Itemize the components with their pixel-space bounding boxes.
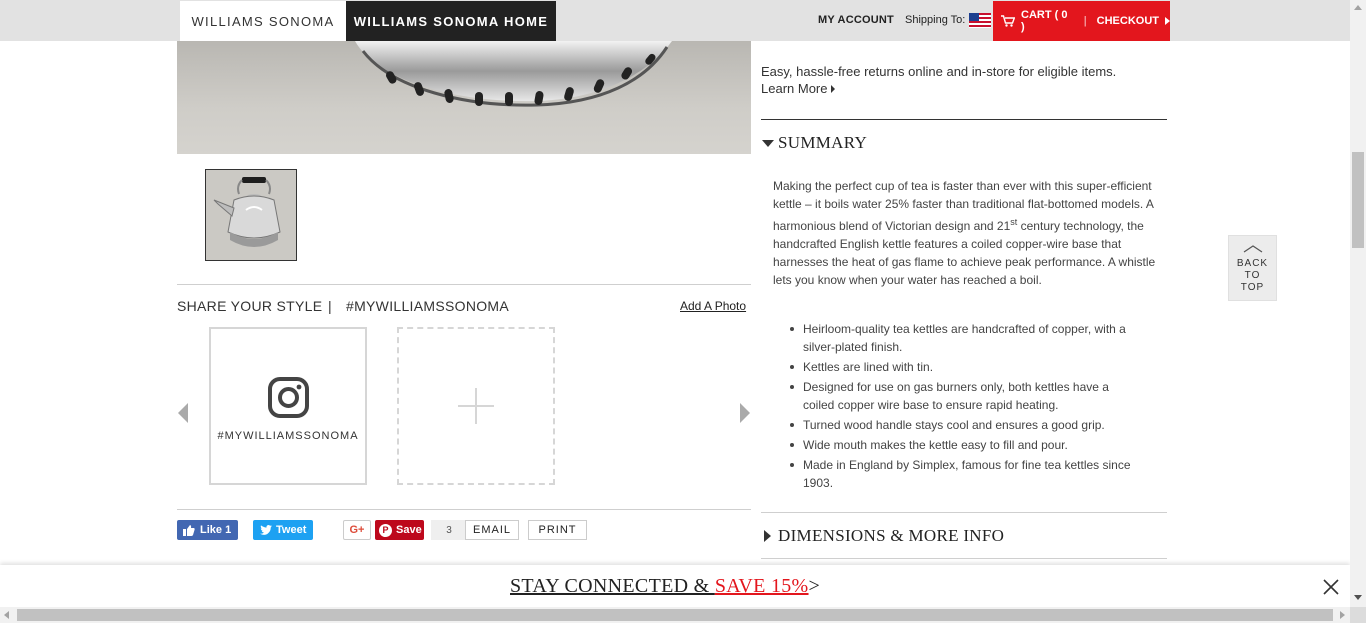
scroll-left-icon[interactable] <box>4 611 9 619</box>
list-item: Turned wood handle stays cool and ensure… <box>790 416 1143 434</box>
facebook-like-label: Like 1 <box>200 524 232 536</box>
print-button[interactable]: PRINT <box>528 520 587 540</box>
vertical-scrollbar-thumb[interactable] <box>1352 152 1364 248</box>
chevron-right-icon <box>831 84 836 93</box>
google-plus-button[interactable]: G+ <box>343 520 371 540</box>
learn-more-label: Learn More <box>761 81 828 96</box>
pinterest-save-button[interactable]: P Save <box>375 520 424 540</box>
facebook-like-button[interactable]: Like 1 <box>177 520 238 540</box>
share-hashtag: #MYWILLIAMSSONOMA <box>346 298 510 314</box>
my-account-link[interactable]: MY ACCOUNT <box>818 14 894 26</box>
horizontal-scrollbar-thumb[interactable] <box>17 609 1333 621</box>
cart-icon[interactable] <box>1001 15 1015 27</box>
pinterest-icon: P <box>379 523 392 537</box>
list-item: Made in England by Simplex, famous for f… <box>790 456 1143 492</box>
cart-checkout-bar: CART ( 0 ) | CHECKOUT <box>993 1 1170 41</box>
carousel-next-icon[interactable] <box>740 403 750 423</box>
email-button[interactable]: EMAIL <box>465 520 519 540</box>
caret-right-icon <box>764 530 771 542</box>
instagram-card[interactable]: #MYWILLIAMSSONOMA <box>209 327 367 485</box>
stay-connected-banner: STAY CONNECTED & SAVE 15%> <box>0 565 1350 607</box>
returns-text: Easy, hassle-free returns online and in-… <box>761 64 1117 79</box>
scroll-down-icon[interactable] <box>1354 595 1362 600</box>
close-icon[interactable] <box>1323 579 1339 595</box>
summary-accordion-header[interactable]: SUMMARY <box>762 133 867 153</box>
pinterest-save-label: Save <box>396 524 422 536</box>
scroll-right-icon[interactable] <box>1340 611 1345 619</box>
list-item: Heirloom-quality tea kettles are handcra… <box>790 320 1143 356</box>
list-item: Wide mouth makes the kettle easy to fill… <box>790 436 1143 454</box>
dimensions-heading: DIMENSIONS & MORE INFO <box>778 526 1005 545</box>
share-separator: | <box>328 298 332 314</box>
product-main-image[interactable] <box>177 41 751 154</box>
scrollbar-corner <box>1350 607 1366 623</box>
tweet-button[interactable]: Tweet <box>253 520 313 540</box>
vertical-scrollbar[interactable] <box>1350 0 1366 607</box>
cart-separator: | <box>1083 15 1087 27</box>
checkout-link[interactable]: CHECKOUT <box>1097 15 1159 27</box>
thumbs-up-icon <box>183 524 195 536</box>
divider <box>177 284 751 285</box>
list-item: Kettles are lined with tin. <box>790 358 1143 376</box>
back-to-top-line-2: TO <box>1244 270 1261 281</box>
instagram-icon <box>268 377 309 418</box>
banner-arrow: > <box>808 575 821 597</box>
learn-more-link[interactable]: Learn More <box>761 81 836 96</box>
twitter-bird-icon <box>260 525 272 535</box>
save-offer-text: SAVE 15% <box>714 575 809 597</box>
stay-connected-text: STAY CONNECTED & <box>510 575 715 597</box>
divider <box>761 119 1167 120</box>
tab-williams-sonoma-home[interactable]: WILLIAMS SONOMA HOME <box>346 1 556 41</box>
product-thumbnail[interactable] <box>205 169 297 261</box>
tab-williams-sonoma[interactable]: WILLIAMS SONOMA <box>180 1 346 41</box>
share-your-style-title: SHARE YOUR STYLE <box>177 298 323 314</box>
divider <box>761 512 1167 513</box>
back-to-top-button[interactable]: BACK TO TOP <box>1228 235 1277 301</box>
stay-connected-link[interactable]: STAY CONNECTED & SAVE 15%> <box>510 575 820 598</box>
chevron-right-icon <box>1165 17 1170 25</box>
pinterest-count: 3 <box>431 520 467 540</box>
plus-icon-vertical <box>475 388 477 424</box>
tweet-label: Tweet <box>276 524 307 536</box>
summary-description: Making the perfect cup of tea is faster … <box>773 177 1165 289</box>
add-photo-card[interactable] <box>397 327 555 485</box>
list-item: Designed for use on gas burners only, bo… <box>790 378 1143 414</box>
us-flag-icon[interactable] <box>969 13 991 28</box>
dimensions-accordion-header[interactable]: DIMENSIONS & MORE INFO <box>762 526 1004 546</box>
divider <box>177 509 751 510</box>
add-a-photo-link[interactable]: Add A Photo <box>680 299 746 313</box>
divider <box>761 558 1167 559</box>
caret-down-icon <box>762 139 774 147</box>
back-to-top-line-1: BACK <box>1236 258 1269 269</box>
instagram-card-hashtag: #MYWILLIAMSSONOMA <box>217 430 359 442</box>
carousel-prev-icon[interactable] <box>178 403 188 423</box>
scroll-up-icon[interactable] <box>1354 5 1362 10</box>
back-to-top-line-3: TOP <box>1240 282 1265 293</box>
summary-heading: SUMMARY <box>778 133 868 152</box>
cart-link[interactable]: CART ( 0 ) <box>1021 9 1074 33</box>
summary-bullet-list: Heirloom-quality tea kettles are handcra… <box>790 320 1143 494</box>
chevron-up-icon <box>1243 245 1263 253</box>
shipping-to-label: Shipping To: <box>905 14 966 26</box>
